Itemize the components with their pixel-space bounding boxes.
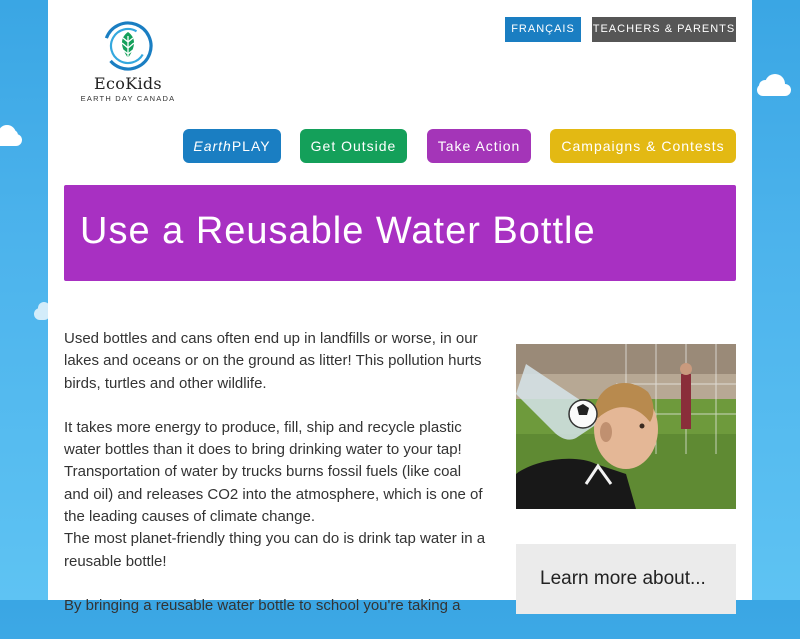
paragraph: By bringing a reusable water bottle to s… (64, 596, 461, 614)
teachers-parents-button[interactable]: TEACHERS & PARENTS (592, 17, 736, 42)
page-container: EcoKids EARTH DAY CANADA FRANÇAIS TEACHE… (48, 0, 752, 614)
logo-wordmark: EcoKids (94, 74, 162, 93)
paragraph: The most planet-friendly thing you can d… (64, 530, 486, 570)
learn-more-box: Learn more about... (516, 544, 736, 614)
ecokids-logo[interactable]: EcoKids EARTH DAY CANADA (78, 20, 178, 104)
page-title: Use a Reusable Water Bottle (80, 210, 596, 252)
nav-earthplay-suffix: PLAY (231, 138, 271, 154)
article-body: Used bottles and cans often end up in la… (64, 328, 489, 639)
photo-illustration (516, 344, 736, 509)
leaf-circle-icon (103, 21, 153, 71)
cloud-decoration (757, 74, 791, 96)
nav-get-outside[interactable]: Get Outside (300, 129, 407, 163)
cloud-decoration (0, 125, 22, 146)
title-banner: Use a Reusable Water Bottle (64, 185, 736, 281)
nav-earthplay[interactable]: EarthPLAY (183, 129, 281, 163)
nav-campaigns-contests[interactable]: Campaigns & Contests (550, 129, 736, 163)
learn-more-heading: Learn more about... (540, 568, 706, 589)
paragraph: Used bottles and cans often end up in la… (64, 330, 482, 392)
nav-take-action[interactable]: Take Action (427, 129, 531, 163)
nav-earthplay-prefix: Earth (193, 138, 232, 154)
boy-drinking-photo (516, 344, 736, 509)
logo-tagline: EARTH DAY CANADA (80, 94, 176, 103)
paragraph: It takes more energy to produce, fill, s… (64, 418, 483, 526)
francais-button[interactable]: FRANÇAIS (505, 17, 581, 42)
